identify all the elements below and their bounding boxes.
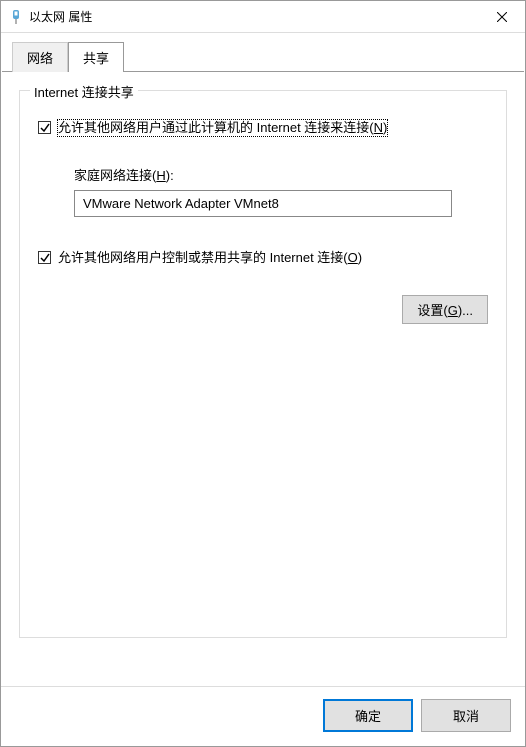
checkbox-allow-connect-box[interactable] [38, 121, 51, 134]
tab-strip: 网络 共享 [2, 33, 524, 72]
settings-button[interactable]: 设置(G)... [402, 295, 488, 324]
home-connection-area: 家庭网络连接(H): VMware Network Adapter VMnet8 [74, 165, 488, 217]
cancel-button[interactable]: 取消 [421, 699, 511, 732]
close-button[interactable] [479, 1, 525, 32]
checkbox-allow-control-box[interactable] [38, 251, 51, 264]
network-icon [9, 10, 23, 24]
checkbox-allow-control-label: 允许其他网络用户控制或禁用共享的 Internet 连接(O) [57, 249, 363, 267]
groupbox-title: Internet 连接共享 [30, 82, 138, 101]
checkbox-allow-connect-label: 允许其他网络用户通过此计算机的 Internet 连接来连接(N) [57, 119, 388, 137]
titlebar: 以太网 属性 [1, 1, 525, 33]
tab-sharing[interactable]: 共享 [68, 42, 124, 72]
window-title: 以太网 属性 [29, 8, 479, 25]
tab-content: Internet 连接共享 允许其他网络用户通过此计算机的 Internet 连… [1, 72, 525, 686]
checkbox-allow-connect[interactable]: 允许其他网络用户通过此计算机的 Internet 连接来连接(N) [38, 119, 488, 137]
settings-button-row: 设置(G)... [38, 295, 488, 324]
checkbox-allow-control[interactable]: 允许其他网络用户控制或禁用共享的 Internet 连接(O) [38, 249, 488, 267]
home-connection-select[interactable]: VMware Network Adapter VMnet8 [74, 190, 452, 217]
ok-button[interactable]: 确定 [323, 699, 413, 732]
groupbox-ics: Internet 连接共享 允许其他网络用户通过此计算机的 Internet 连… [19, 90, 507, 638]
tab-network[interactable]: 网络 [12, 42, 68, 72]
dialog-footer: 确定 取消 [1, 686, 525, 746]
home-connection-label: 家庭网络连接(H): [74, 165, 488, 184]
